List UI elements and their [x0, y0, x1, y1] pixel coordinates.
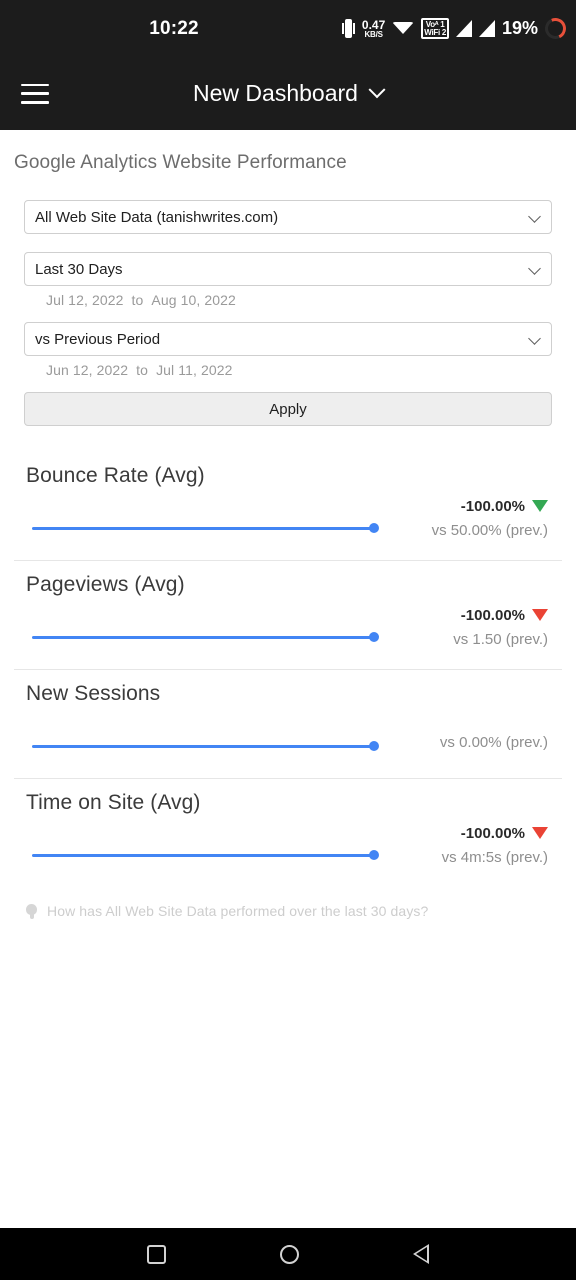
metric-slider[interactable] [32, 523, 379, 533]
metric-title: New Sessions [26, 682, 161, 705]
apply-button-label: Apply [269, 400, 307, 418]
app-bar-title: New Dashboard [193, 80, 358, 106]
metric-card: New Sessions vs 0.00% (prev.) [0, 670, 576, 778]
system-nav-bar [0, 1228, 576, 1280]
metric-body: vs 0.00% (prev.) [14, 706, 562, 778]
network-speed-unit: KB/S [364, 29, 383, 39]
metric-values: -100.00% vs 4m:5s (prev.) [442, 823, 548, 866]
recents-square-icon[interactable] [147, 1244, 166, 1264]
period-range-start: Jul 12, 2022 [46, 292, 124, 308]
metrics-list: Bounce Rate (Avg) -100.00% vs 50.00% (pr… [0, 426, 576, 887]
metric-delta-row: -100.00% [453, 605, 548, 625]
filter-form: All Web Site Data (tanishwrites.com) Las… [0, 174, 576, 426]
property-select[interactable]: All Web Site Data (tanishwrites.com) [24, 200, 552, 234]
chevron-down-icon [528, 332, 541, 345]
slider-track [32, 745, 376, 748]
compare-select-value: vs Previous Period [35, 330, 161, 348]
hint-text: How has All Web Site Data performed over… [47, 903, 429, 919]
metric-values: -100.00% vs 1.50 (prev.) [453, 605, 548, 648]
compare-range-separator: to [136, 362, 149, 378]
home-circle-icon[interactable] [280, 1244, 299, 1264]
hint-row: How has All Web Site Data performed over… [0, 887, 576, 919]
metric-delta-row: -100.00% [442, 823, 548, 843]
volte-wifi-icon: Voᴬ 1 WiFi 2 [421, 18, 449, 39]
main-content: Google Analytics Website Performance All… [0, 130, 576, 1228]
status-icons: 0.47 KB/S Voᴬ 1 WiFi 2 19% [341, 15, 569, 42]
period-range-separator: to [131, 292, 144, 308]
period-select[interactable]: Last 30 Days [24, 252, 552, 286]
chevron-down-icon [528, 262, 541, 275]
signal-bars-icon-1 [455, 20, 472, 37]
page-title: Google Analytics Website Performance [14, 152, 347, 173]
metric-body: -100.00% vs 50.00% (prev.) [14, 488, 562, 560]
wifi-icon [392, 20, 415, 38]
battery-ring-icon [542, 15, 569, 42]
slider-knob[interactable] [369, 632, 379, 642]
period-select-value: Last 30 Days [35, 260, 123, 278]
metric-card: Time on Site (Avg) -100.00% vs 4m:5s (pr… [0, 779, 576, 887]
slider-knob[interactable] [369, 523, 379, 533]
compare-date-range: Jun 12, 2022 to Jul 11, 2022 [24, 362, 552, 378]
metric-title: Pageviews (Avg) [26, 573, 185, 596]
metric-values: vs 0.00% (prev.) [440, 734, 548, 751]
metric-slider[interactable] [32, 632, 379, 642]
metric-card: Bounce Rate (Avg) -100.00% vs 50.00% (pr… [0, 452, 576, 560]
dashboard-selector[interactable]: New Dashboard [0, 80, 576, 107]
compare-select[interactable]: vs Previous Period [24, 322, 552, 356]
lightbulb-icon [26, 903, 37, 919]
period-range-end: Aug 10, 2022 [151, 292, 236, 308]
trend-down-icon [532, 827, 548, 839]
apply-button[interactable]: Apply [24, 392, 552, 426]
metric-previous: vs 50.00% (prev.) [431, 522, 548, 539]
metric-slider[interactable] [32, 850, 379, 860]
slider-track [32, 636, 376, 639]
metric-title: Bounce Rate (Avg) [26, 464, 205, 487]
metric-delta: -100.00% [460, 497, 525, 515]
metric-previous: vs 4m:5s (prev.) [441, 849, 548, 866]
app-bar: New Dashboard [0, 57, 576, 130]
status-bar: 10:22 0.47 KB/S Voᴬ 1 WiFi 2 19% [0, 0, 576, 57]
metric-body: -100.00% vs 4m:5s (prev.) [14, 815, 562, 887]
metric-delta: -100.00% [460, 824, 525, 842]
metric-title: Time on Site (Avg) [26, 791, 201, 814]
metric-previous: vs 1.50 (prev.) [453, 631, 548, 648]
phone-screen: 10:22 0.47 KB/S Voᴬ 1 WiFi 2 19% New Das… [0, 0, 576, 1280]
network-speed-value: 0.47 [361, 17, 386, 32]
compare-range-end: Jul 11, 2022 [156, 362, 233, 378]
slider-knob[interactable] [369, 850, 379, 860]
battery-percent: 19% [501, 18, 538, 38]
chevron-down-icon [368, 80, 386, 98]
trend-down-icon [532, 500, 548, 512]
signal-bars-icon-2 [478, 20, 495, 37]
network-speed-icon: 0.47 KB/S [362, 19, 385, 39]
metric-delta: -100.00% [460, 606, 525, 624]
slider-knob[interactable] [369, 741, 379, 751]
metric-body: -100.00% vs 1.50 (prev.) [14, 597, 562, 669]
metric-previous: vs 0.00% (prev.) [439, 734, 548, 751]
slider-track [32, 527, 376, 530]
metric-slider[interactable] [32, 741, 379, 751]
compare-range-start: Jun 12, 2022 [46, 362, 129, 378]
metric-card: Pageviews (Avg) -100.00% vs 1.50 (prev.) [0, 561, 576, 669]
trend-down-icon [532, 609, 548, 621]
slider-track [32, 854, 376, 857]
metric-delta-row: -100.00% [432, 496, 548, 516]
vibrate-icon [341, 19, 355, 38]
volte-line-2: WiFi 2 [424, 27, 446, 37]
back-triangle-icon[interactable] [413, 1244, 429, 1264]
metric-values: -100.00% vs 50.00% (prev.) [432, 496, 548, 539]
property-select-value: All Web Site Data (tanishwrites.com) [35, 208, 279, 226]
period-date-range: Jul 12, 2022 to Aug 10, 2022 [24, 292, 552, 308]
chevron-down-icon [528, 210, 541, 223]
